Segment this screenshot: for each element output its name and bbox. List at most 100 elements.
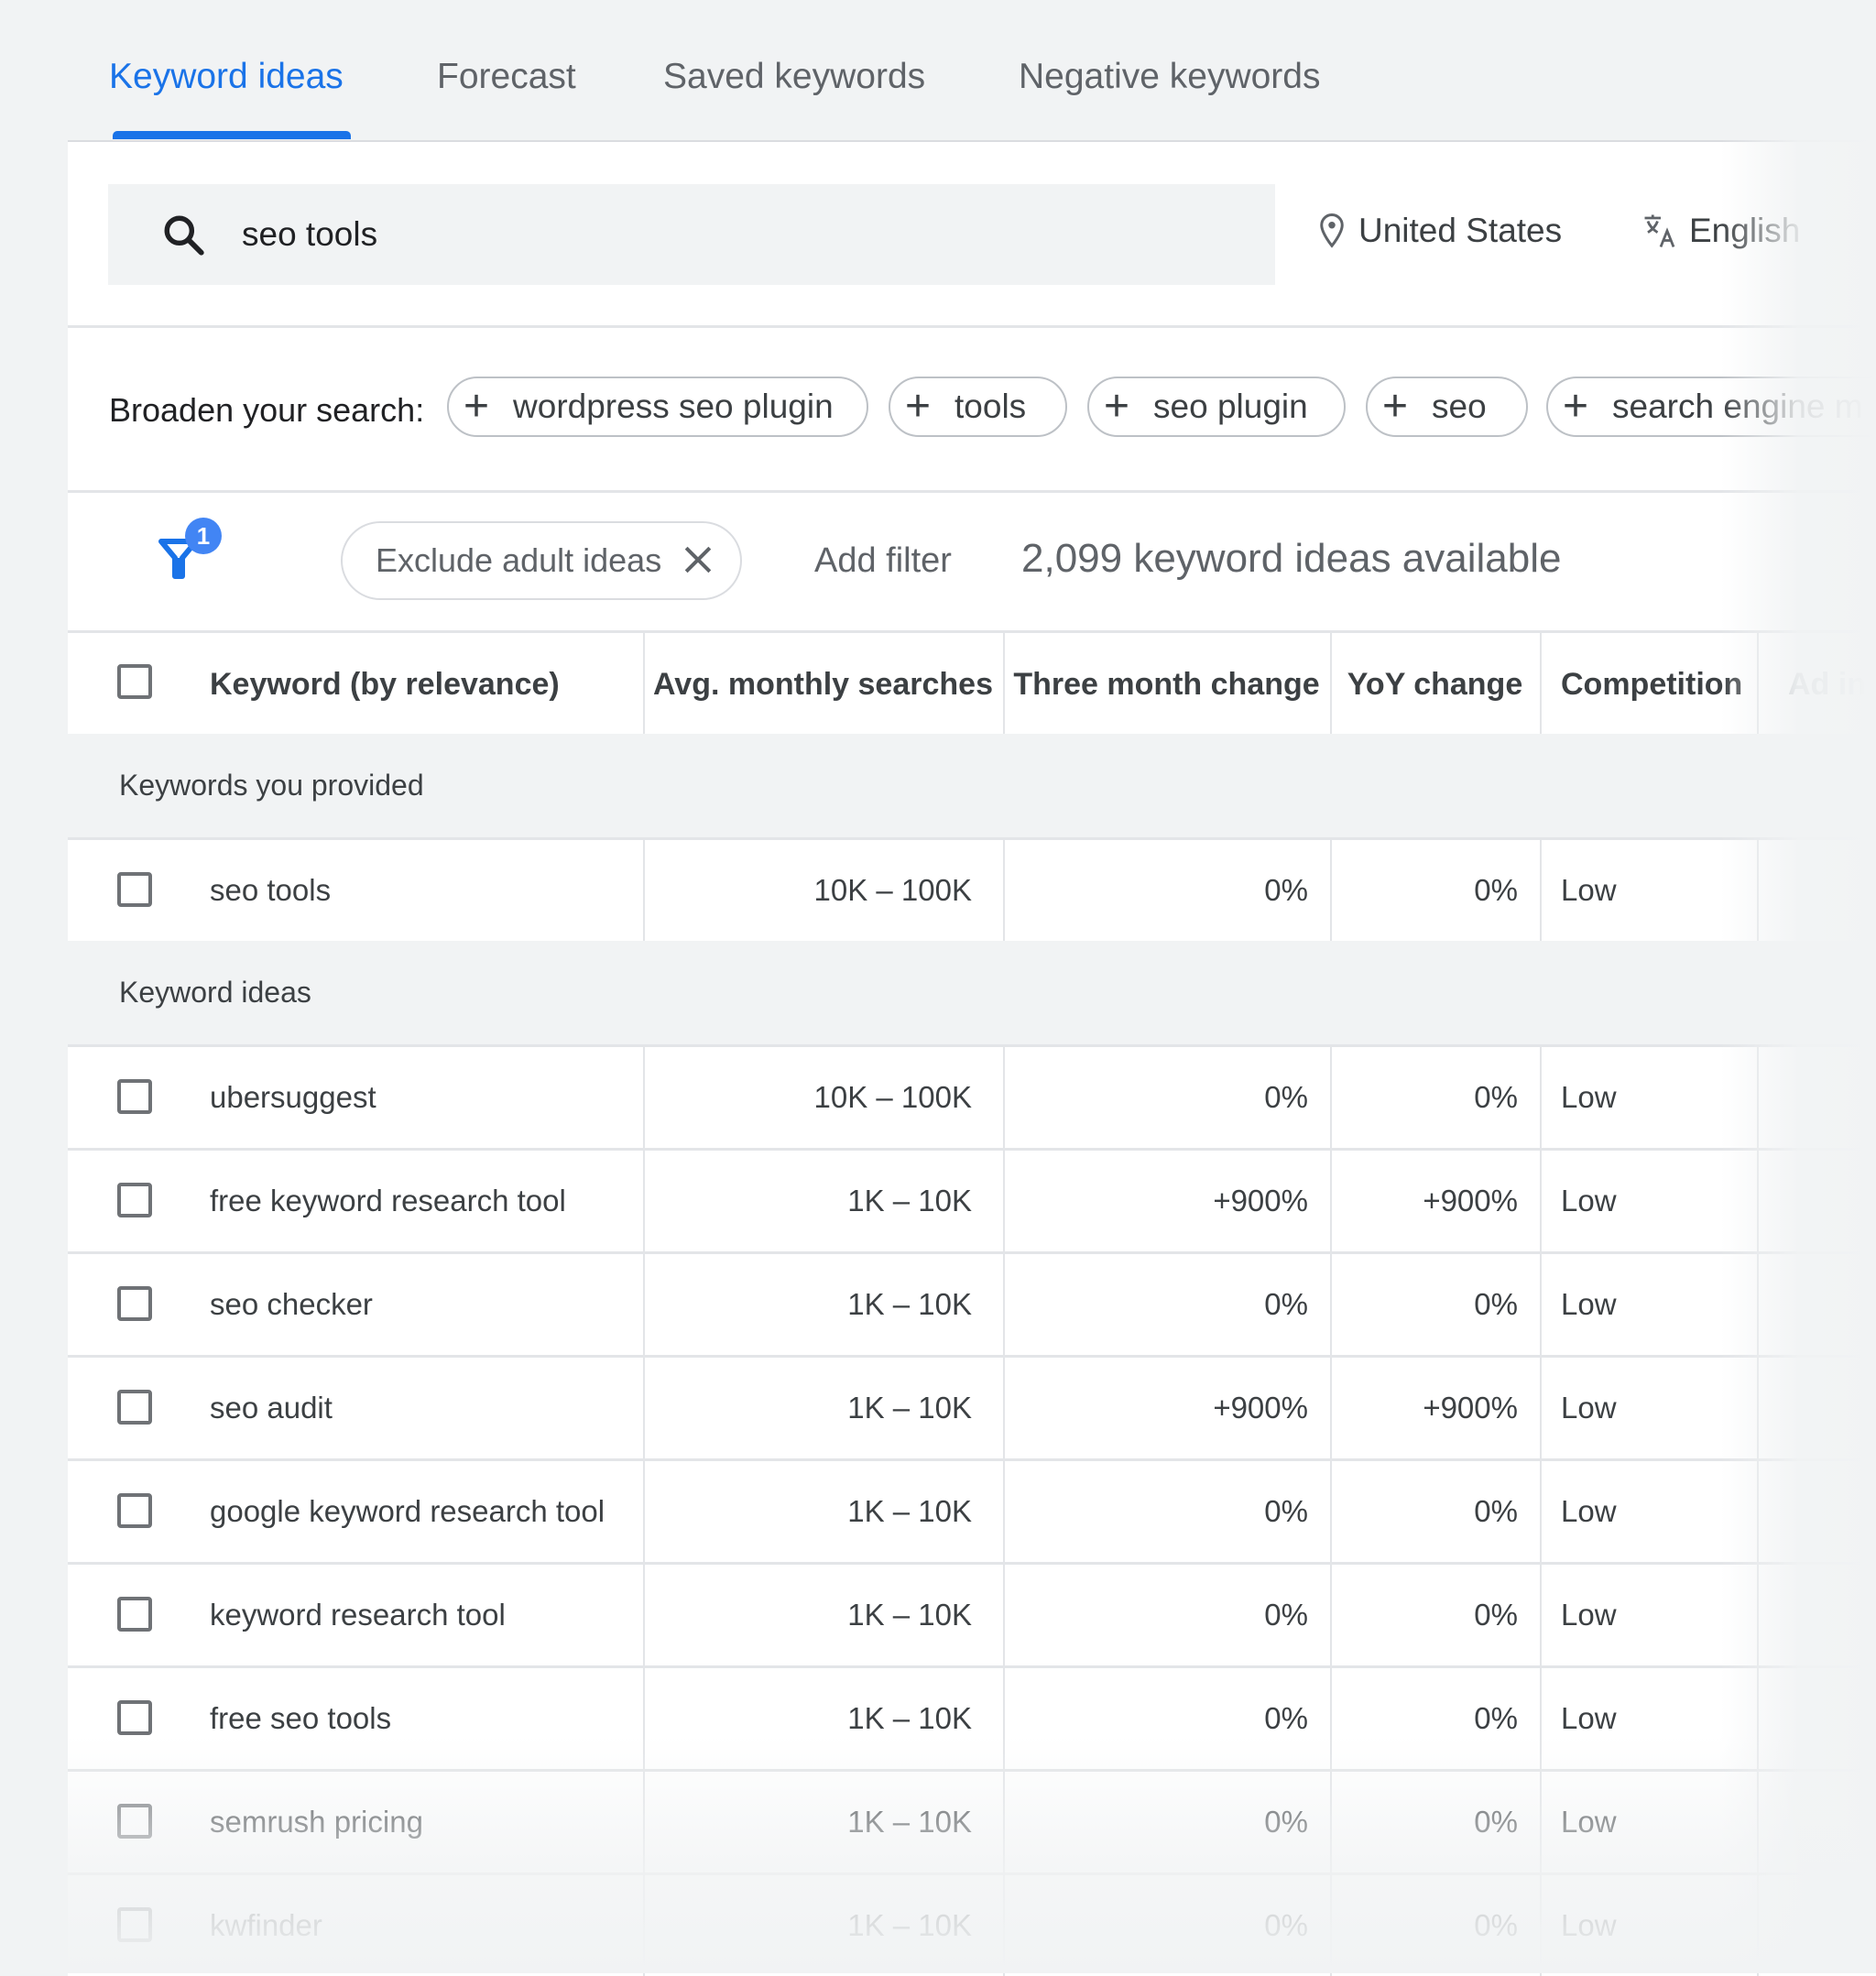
row-checkbox[interactable] — [117, 1286, 152, 1321]
row-checkbox[interactable] — [117, 1183, 152, 1217]
cell-searches: 10K – 100K — [813, 873, 972, 907]
column-header-yoy[interactable]: YoY change — [1330, 633, 1540, 737]
table-row[interactable]: kwfinder 1K – 10K 0% 0% Low — [68, 1872, 1876, 1976]
broaden-chip[interactable]: + wordpress seo plugin — [447, 377, 868, 437]
column-divider — [1757, 1668, 1759, 1769]
row-checkbox[interactable] — [117, 1907, 152, 1942]
cell-searches: 1K – 10K — [847, 1184, 972, 1217]
cell-three-month-change: +900% — [1213, 1391, 1308, 1425]
table-row[interactable]: seo audit 1K – 10K +900% +900% Low — [68, 1355, 1876, 1458]
chip-label: seo plugin — [1153, 388, 1308, 425]
section-title: Keyword ideas — [119, 976, 311, 1009]
select-all-checkbox[interactable] — [117, 664, 152, 699]
cell-competition: Low — [1561, 1805, 1617, 1839]
broaden-search-label: Broaden your search: — [109, 391, 425, 429]
cell-yoy-change: 0% — [1474, 1805, 1518, 1839]
column-header-three-month[interactable]: Three month change — [1003, 633, 1330, 737]
row-checkbox[interactable] — [117, 1597, 152, 1632]
cell-yoy-change: +900% — [1423, 1184, 1518, 1217]
column-header-searches[interactable]: Avg. monthly searches — [643, 633, 1003, 737]
column-divider — [1757, 1047, 1759, 1148]
table-row[interactable]: google keyword research tool 1K – 10K 0% 0%… — [68, 1458, 1876, 1562]
tab-bar: Keyword ideas Forecast Saved keywords Ne… — [0, 0, 1876, 140]
cell-competition: Low — [1561, 873, 1617, 907]
cell-competition: Low — [1561, 1701, 1617, 1735]
column-divider — [1757, 1151, 1759, 1251]
table-row[interactable]: seo checker 1K – 10K 0% 0% Low — [68, 1251, 1876, 1355]
table-row[interactable]: free keyword research tool 1K – 10K +900% +… — [68, 1148, 1876, 1251]
cell-three-month-change: 0% — [1264, 1908, 1308, 1942]
translate-icon — [1644, 214, 1675, 248]
tab-keyword-ideas[interactable]: Keyword ideas — [109, 57, 344, 97]
tab-saved-keywords[interactable]: Saved keywords — [663, 57, 925, 97]
column-header-ad-impression[interactable]: Ad in — [1788, 633, 1866, 737]
cell-three-month-change: 0% — [1264, 1598, 1308, 1632]
column-divider — [1757, 840, 1759, 941]
results-count: 2,099 keyword ideas available — [1021, 536, 1562, 581]
language-label: English — [1689, 212, 1801, 249]
row-checkbox[interactable] — [117, 1493, 152, 1528]
add-filter-button[interactable]: Add filter — [814, 541, 952, 581]
table-row[interactable]: semrush pricing 1K – 10K 0% 0% Low — [68, 1769, 1876, 1872]
cell-three-month-change: 0% — [1264, 1080, 1308, 1114]
column-header-keyword[interactable]: Keyword (by relevance) — [210, 633, 560, 737]
row-checkbox[interactable] — [117, 1079, 152, 1114]
cell-keyword: ubersuggest — [210, 1080, 376, 1114]
cell-yoy-change: +900% — [1423, 1391, 1518, 1425]
cell-searches: 1K – 10K — [847, 1598, 972, 1632]
chip-label: tools — [954, 388, 1027, 425]
cell-searches: 1K – 10K — [847, 1908, 972, 1942]
cell-yoy-change: 0% — [1474, 1494, 1518, 1528]
cell-keyword: seo checker — [210, 1287, 373, 1321]
column-header-competition[interactable]: Competition — [1561, 633, 1742, 737]
filter-icon[interactable]: 1 — [156, 516, 229, 580]
table-row[interactable]: keyword research tool 1K – 10K 0% 0% Low — [68, 1562, 1876, 1665]
cell-keyword: google keyword research tool — [210, 1494, 605, 1528]
keyword-ideas-panel: United States English Broaden your searc… — [68, 140, 1876, 1976]
broaden-chip[interactable]: + seo — [1366, 377, 1528, 437]
column-divider — [1757, 1772, 1759, 1872]
cell-searches: 1K – 10K — [847, 1805, 972, 1839]
cell-competition: Low — [1561, 1908, 1617, 1942]
row-checkbox[interactable] — [117, 1804, 152, 1839]
language-selector[interactable]: English — [1642, 212, 1800, 250]
location-label: United States — [1358, 212, 1563, 249]
close-icon[interactable] — [678, 540, 718, 580]
divider — [68, 325, 1876, 328]
location-pin-icon — [1320, 213, 1344, 248]
cell-three-month-change: 0% — [1264, 873, 1308, 907]
table-row[interactable]: ubersuggest 10K – 100K 0% 0% Low — [68, 1044, 1876, 1148]
chip-label: seo — [1432, 388, 1487, 425]
plus-icon: + — [905, 382, 932, 431]
cell-yoy-change: 0% — [1474, 873, 1518, 907]
cell-three-month-change: 0% — [1264, 1494, 1308, 1528]
broaden-chip[interactable]: + seo plugin — [1087, 377, 1346, 437]
search-box[interactable] — [108, 184, 1275, 285]
tab-negative-keywords[interactable]: Negative keywords — [1019, 57, 1320, 97]
row-checkbox[interactable] — [117, 1700, 152, 1735]
search-input[interactable] — [242, 210, 1158, 259]
table-row[interactable]: seo tools 10K – 100K 0% 0% Low — [68, 837, 1876, 941]
column-divider — [1757, 633, 1759, 737]
cell-searches: 10K – 100K — [813, 1080, 972, 1114]
cell-searches: 1K – 10K — [847, 1287, 972, 1321]
broaden-chip[interactable]: + tools — [889, 377, 1067, 437]
cell-yoy-change: 0% — [1474, 1908, 1518, 1942]
active-filter-label: Exclude adult ideas — [376, 541, 662, 579]
table-row[interactable]: free seo tools 1K – 10K 0% 0% Low — [68, 1665, 1876, 1769]
cell-competition: Low — [1561, 1080, 1617, 1114]
row-checkbox[interactable] — [117, 872, 152, 907]
tab-forecast[interactable]: Forecast — [437, 57, 576, 97]
location-selector[interactable]: United States — [1318, 212, 1562, 250]
broaden-chip[interactable]: + search engine m — [1546, 377, 1876, 437]
cell-keyword: semrush pricing — [210, 1805, 423, 1839]
cell-yoy-change: 0% — [1474, 1287, 1518, 1321]
cell-searches: 1K – 10K — [847, 1391, 972, 1425]
cell-three-month-change: +900% — [1213, 1184, 1308, 1217]
column-divider — [1757, 1358, 1759, 1458]
cell-competition: Low — [1561, 1494, 1617, 1528]
cell-yoy-change: 0% — [1474, 1080, 1518, 1114]
row-checkbox[interactable] — [117, 1390, 152, 1425]
column-divider — [1540, 633, 1542, 737]
active-filter-chip[interactable]: Exclude adult ideas — [341, 521, 742, 600]
